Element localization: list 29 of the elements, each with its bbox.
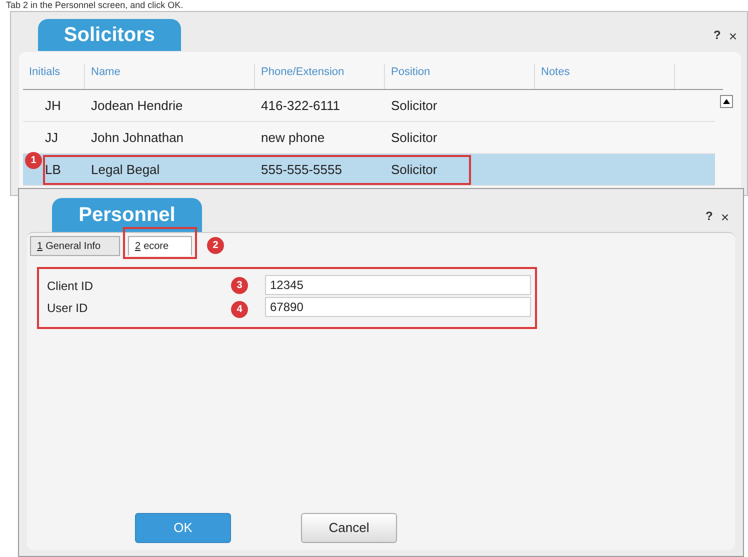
close-button[interactable]: × (728, 26, 737, 47)
table-cell-text: Solicitor (390, 160, 438, 179)
callout-badge: 3 (231, 277, 248, 294)
cancel-button[interactable]: Cancel (301, 513, 397, 543)
table-cell-text: John Johnathan (90, 128, 185, 147)
table-cell-text: Jodean Hendrie (90, 96, 184, 115)
table-row[interactable]: JH Jodean Hendrie 416-322-6111 Solicitor (23, 90, 715, 122)
table-cell-text: Legal Begal (90, 160, 161, 179)
table-cell-text: JH (44, 96, 62, 115)
field-label: User ID (47, 300, 88, 317)
help-button[interactable]: ? (713, 26, 721, 47)
window-title: Solicitors (38, 19, 181, 51)
table-cell-text: 416-322-6111 (260, 96, 342, 115)
input-field[interactable]: 12345 (265, 275, 531, 295)
input-field[interactable]: 67890 (265, 297, 531, 317)
table-cell-text: Solicitor (390, 96, 438, 115)
instruction-text: Tab 2 in the Personnel screen, and click OK. (5, 0, 184, 11)
callout-badge: 2 (207, 237, 224, 254)
table-cell-text: 555-555-5555 (260, 160, 343, 179)
window-title: Personnel (52, 198, 202, 232)
table-cell-text: new phone (260, 128, 326, 147)
tab[interactable]: 2 ecore (128, 236, 192, 256)
table-cell-text: Solicitor (390, 128, 438, 147)
close-button[interactable]: × (720, 207, 729, 228)
tab[interactable]: 1 General Info (30, 236, 120, 256)
field-label: Client ID (47, 278, 94, 295)
help-button[interactable]: ? (705, 207, 713, 228)
table-cell-text: JJ (44, 128, 59, 147)
callout-badge: 4 (231, 301, 248, 318)
